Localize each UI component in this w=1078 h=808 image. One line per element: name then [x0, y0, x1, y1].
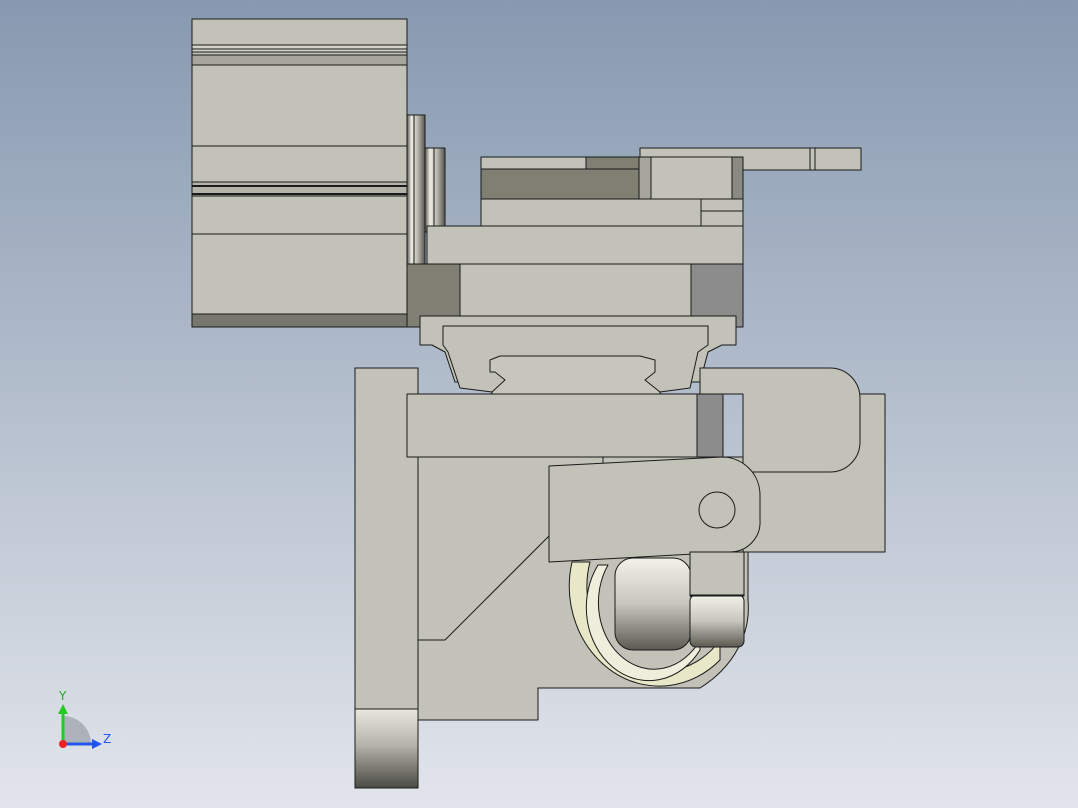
carriage-body[interactable]: [406, 225, 744, 328]
pivot-lever[interactable]: [548, 456, 761, 563]
x-axis-dot: [59, 740, 67, 748]
y-axis-label: Y: [58, 689, 67, 703]
z-axis-label: Z: [103, 732, 111, 746]
motor-block[interactable]: [191, 18, 408, 328]
cad-viewport[interactable]: Y Z: [0, 0, 1078, 808]
